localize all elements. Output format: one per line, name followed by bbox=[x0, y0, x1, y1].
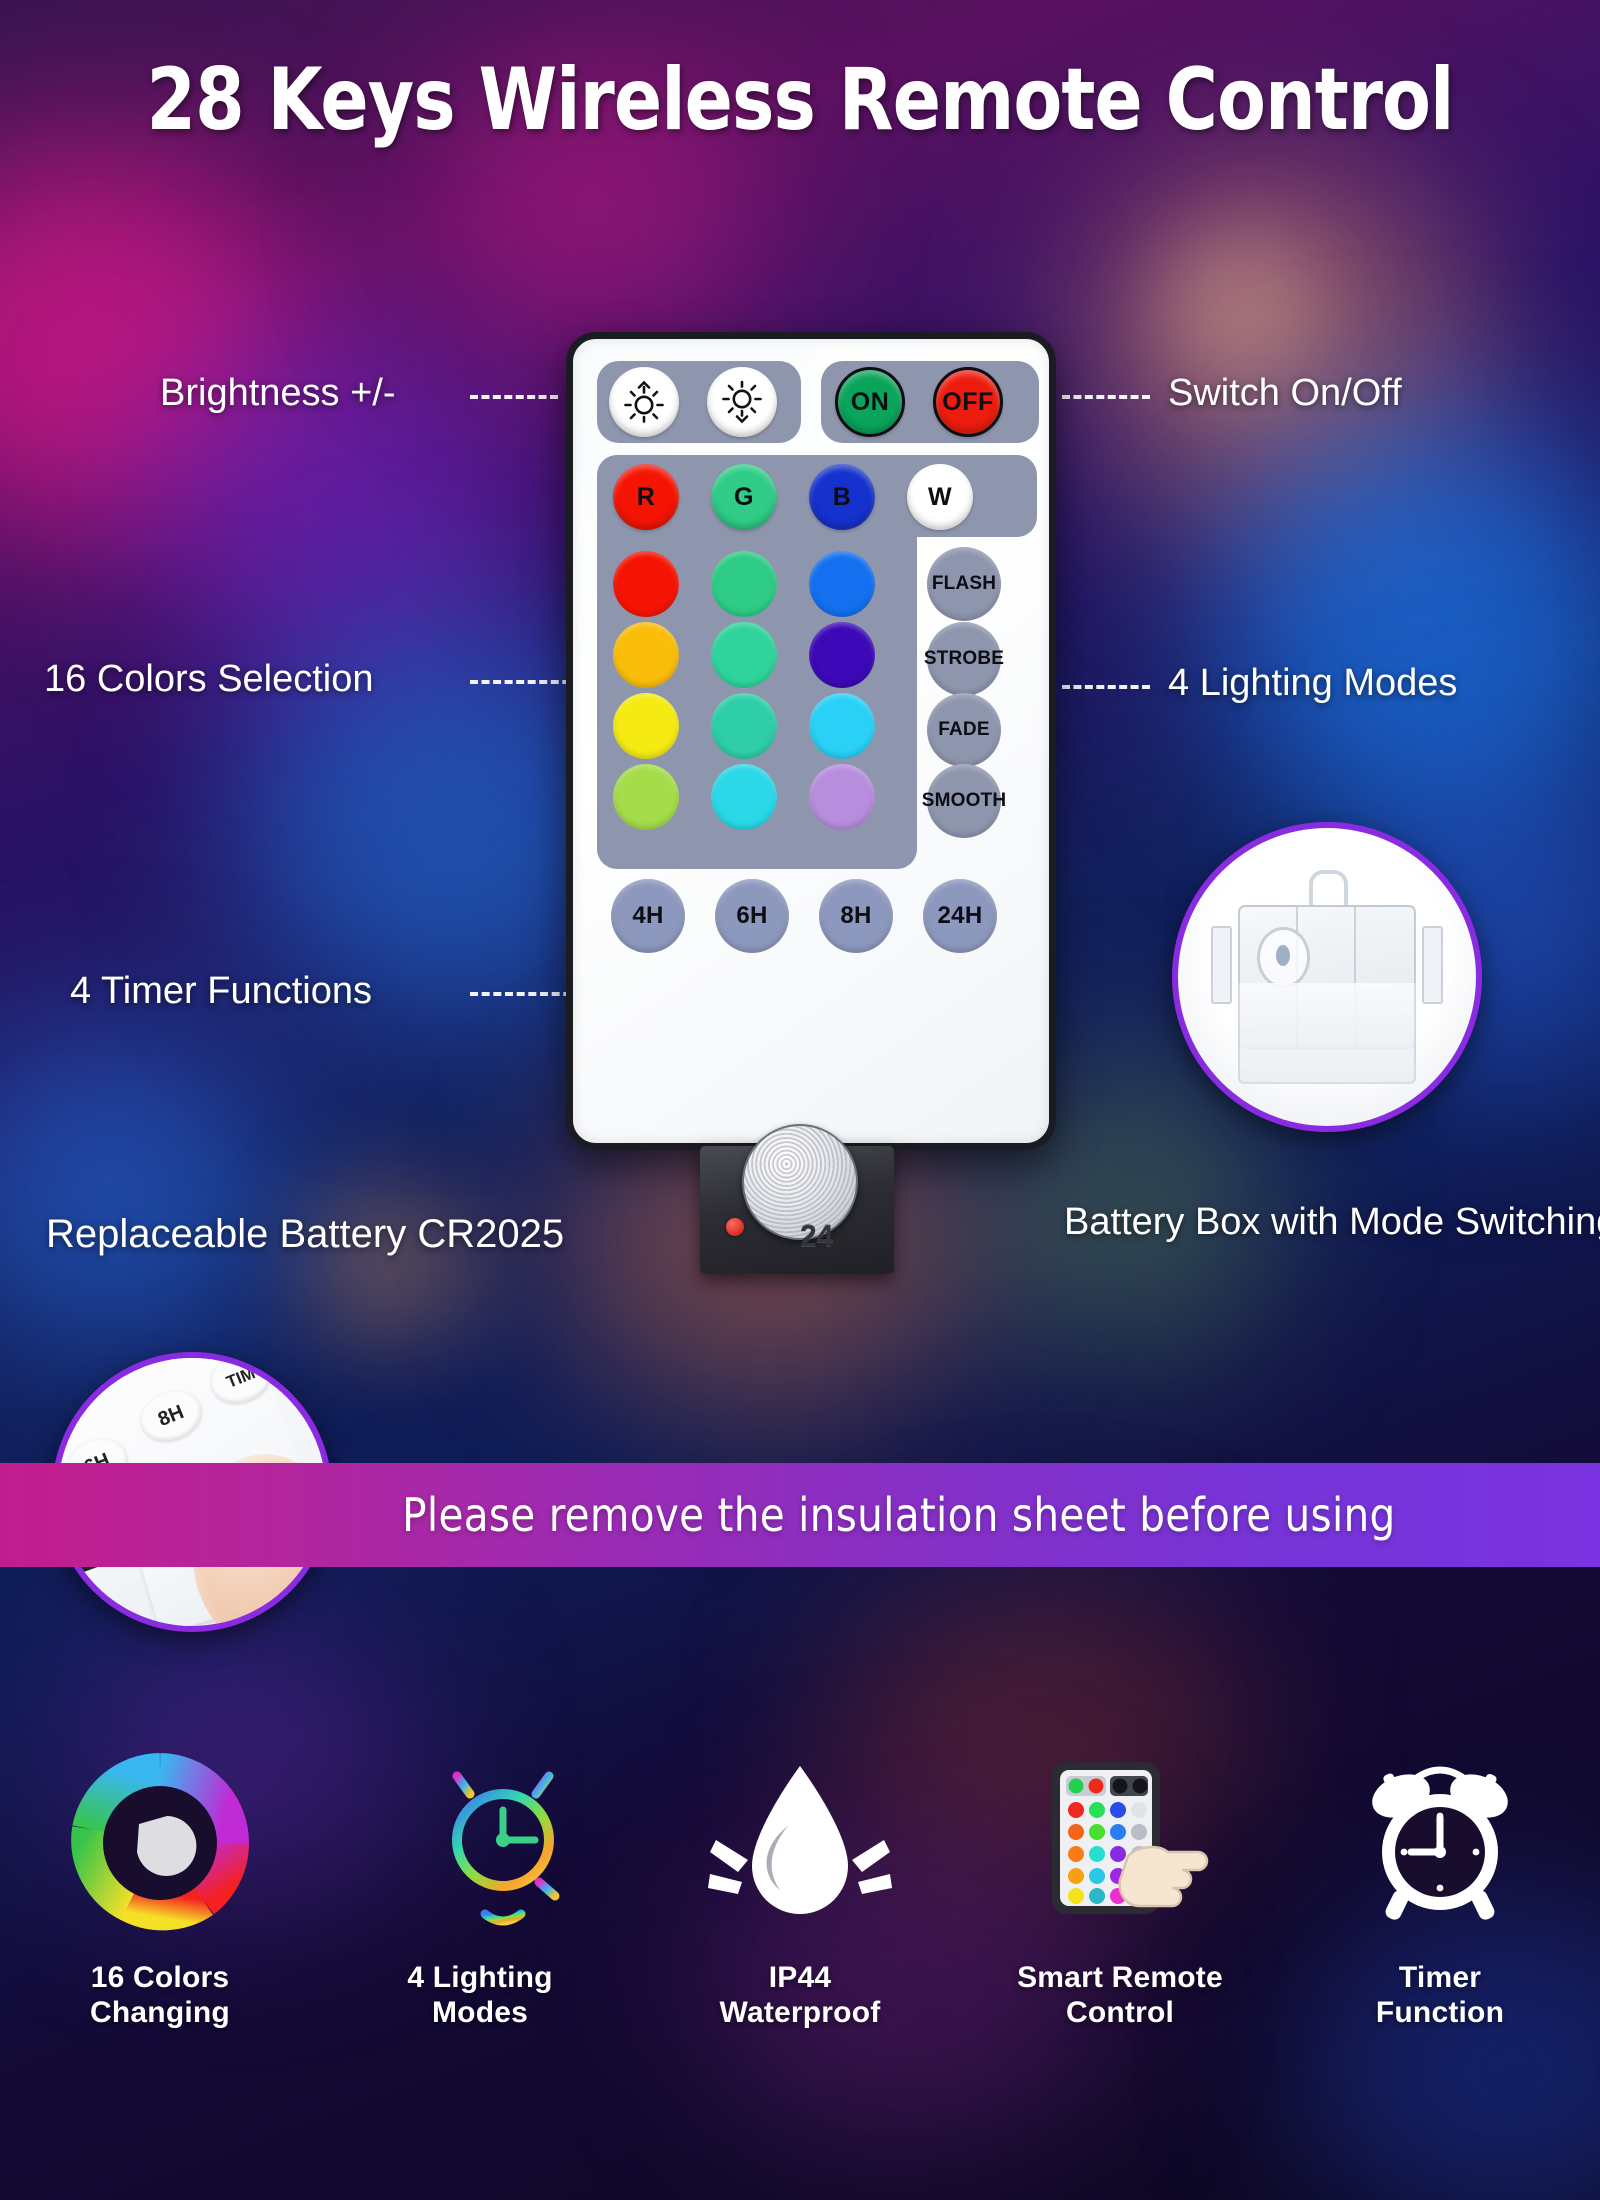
remote-hand-icon bbox=[1020, 1735, 1220, 1950]
feature-ip44-waterproof: IP44 Waterproof bbox=[640, 1735, 960, 2031]
color-button-w-label: W bbox=[927, 482, 953, 511]
color-swatch[interactable] bbox=[613, 693, 679, 759]
brightness-down-button[interactable] bbox=[707, 367, 777, 437]
timer-button-24h-label: 24H bbox=[937, 902, 983, 929]
power-on-button[interactable]: ON bbox=[835, 367, 905, 437]
battery-box-hook bbox=[1309, 869, 1348, 909]
power-on-label: ON bbox=[850, 387, 890, 416]
callout-battery-box-label: Battery Box with Mode Switching Button bbox=[1064, 1201, 1600, 1243]
insulation-banner: Please remove the insulation sheet befor… bbox=[0, 1463, 1600, 1567]
color-swatch[interactable] bbox=[613, 622, 679, 688]
mode-button-strobe[interactable]: STROBE bbox=[923, 622, 1005, 696]
mode-button-strobe-label: STROBE bbox=[923, 648, 1005, 669]
timer-button-6h-label: 6H bbox=[736, 902, 768, 929]
mode-button-fade-label: FADE bbox=[938, 719, 990, 740]
color-wheel-icon bbox=[67, 1735, 253, 1950]
color-button-r[interactable]: R bbox=[613, 464, 679, 530]
feature-label-line1: Timer bbox=[1398, 1961, 1482, 1994]
timer-button-4h-label: 4H bbox=[632, 902, 664, 929]
leader-line-modes bbox=[1062, 685, 1150, 689]
timer-button-24h[interactable]: 24H bbox=[923, 879, 997, 953]
page-title: 28 Keys Wireless Remote Control bbox=[146, 50, 1454, 150]
infographic-page: 28 Keys Wireless Remote Control Brightne… bbox=[0, 0, 1600, 2200]
water-drop-icon bbox=[700, 1735, 900, 1950]
insulation-button-tim-label: TIM bbox=[223, 1363, 258, 1392]
timer-button-6h[interactable]: 6H bbox=[715, 879, 789, 953]
feature-label-line2: Control bbox=[1065, 1996, 1175, 2030]
callout-battery: Replaceable Battery CR2025 bbox=[46, 1212, 565, 1256]
feature-strip: 16 Colors Changing 4 Lighting Modes IP44… bbox=[0, 1735, 1600, 2135]
timer-button-8h[interactable]: 8H bbox=[819, 879, 893, 953]
feature-label: IP44 Waterproof bbox=[720, 1960, 881, 2031]
bokeh-blob bbox=[300, 1180, 480, 1350]
callout-modes: 4 Lighting Modes bbox=[1168, 662, 1458, 704]
feature-label-line1: IP44 bbox=[768, 1961, 832, 1994]
banner-text: Please remove the insulation sheet befor… bbox=[402, 1488, 1396, 1542]
color-button-g[interactable]: G bbox=[711, 464, 777, 530]
mode-button-flash[interactable]: FLASH bbox=[927, 547, 1001, 621]
callout-timer: 4 Timer Functions bbox=[70, 970, 372, 1012]
feature-label-line2: Changing bbox=[90, 1996, 230, 2030]
battery-box-tab-left bbox=[1210, 926, 1232, 1004]
mode-button-flash-label: FLASH bbox=[931, 573, 997, 594]
callout-switch: Switch On/Off bbox=[1168, 372, 1402, 414]
color-button-g-label: G bbox=[734, 482, 754, 511]
color-button-b[interactable]: B bbox=[809, 464, 875, 530]
mode-switch-button[interactable] bbox=[1257, 926, 1310, 989]
callout-colors: 16 Colors Selection bbox=[44, 658, 374, 700]
sun-up-icon bbox=[624, 380, 664, 423]
power-off-button[interactable]: OFF bbox=[933, 367, 1003, 437]
feature-label-line2: Waterproof bbox=[719, 1996, 881, 2030]
battery-box-inset bbox=[1172, 822, 1482, 1132]
battery-drawer[interactable]: 24 bbox=[700, 1124, 894, 1274]
leader-line-brightness bbox=[470, 395, 558, 399]
feature-label: 16 Colors Changing bbox=[90, 1960, 230, 2031]
color-swatch[interactable] bbox=[613, 764, 679, 830]
callout-brightness: Brightness +/- bbox=[160, 372, 396, 414]
bokeh-blob bbox=[1160, 230, 1320, 390]
brightness-up-button[interactable] bbox=[609, 367, 679, 437]
mode-button-fade[interactable]: FADE bbox=[927, 693, 1001, 767]
color-button-b-label: B bbox=[832, 482, 852, 511]
remote-control: ON OFF R G B W FLASH STROBE FADE SMOOTH … bbox=[566, 332, 1056, 1150]
feature-label: Timer Function bbox=[1376, 1960, 1504, 2031]
feature-label-line1: Smart Remote bbox=[1017, 1961, 1223, 1994]
feature-label: 4 Lighting Modes bbox=[407, 1960, 552, 2031]
feature-smart-remote: Smart Remote Control bbox=[960, 1735, 1280, 2031]
color-button-w[interactable]: W bbox=[907, 464, 973, 530]
color-swatch[interactable] bbox=[613, 551, 679, 617]
feature-timer-function: Timer Function bbox=[1280, 1735, 1600, 2031]
feature-16-colors: 16 Colors Changing bbox=[0, 1735, 320, 2031]
color-button-r-label: R bbox=[636, 482, 656, 511]
battery-box-body bbox=[1237, 982, 1417, 1085]
feature-label-line2: Function bbox=[1375, 1996, 1505, 2030]
feature-label-line1: 16 Colors bbox=[90, 1961, 230, 1994]
timer-button-4h[interactable]: 4H bbox=[611, 879, 685, 953]
battery-box-tab-right bbox=[1422, 926, 1444, 1004]
feature-label: Smart Remote Control bbox=[1017, 1960, 1223, 2031]
color-swatch[interactable] bbox=[711, 551, 777, 617]
insulation-button-8h-label: 8H bbox=[154, 1400, 187, 1431]
color-swatch[interactable] bbox=[809, 693, 875, 759]
color-swatch[interactable] bbox=[711, 693, 777, 759]
leader-line-switch bbox=[1062, 395, 1150, 399]
color-swatch[interactable] bbox=[711, 764, 777, 830]
power-off-label: OFF bbox=[942, 387, 994, 416]
timer-button-8h-label: 8H bbox=[840, 902, 872, 929]
drawer-indicator-dot bbox=[726, 1218, 744, 1236]
callout-battery-box: Battery Box with Mode Switching Button bbox=[1064, 1200, 1600, 1245]
mode-button-smooth-label: SMOOTH bbox=[921, 790, 1007, 811]
alarm-clock-icon bbox=[1345, 1735, 1535, 1950]
mode-button-smooth[interactable]: SMOOTH bbox=[922, 764, 1006, 838]
drawer-number-label: 24 bbox=[800, 1220, 834, 1253]
lightbulb-clock-icon bbox=[375, 1735, 585, 1950]
color-swatch[interactable] bbox=[711, 622, 777, 688]
sun-down-icon bbox=[722, 380, 762, 424]
feature-4-lighting-modes: 4 Lighting Modes bbox=[320, 1735, 640, 2031]
color-swatch[interactable] bbox=[809, 622, 875, 688]
color-swatch[interactable] bbox=[809, 551, 875, 617]
feature-label-line2: Modes bbox=[431, 1996, 528, 2030]
feature-label-line1: 4 Lighting bbox=[407, 1961, 553, 1994]
color-swatch[interactable] bbox=[809, 764, 875, 830]
